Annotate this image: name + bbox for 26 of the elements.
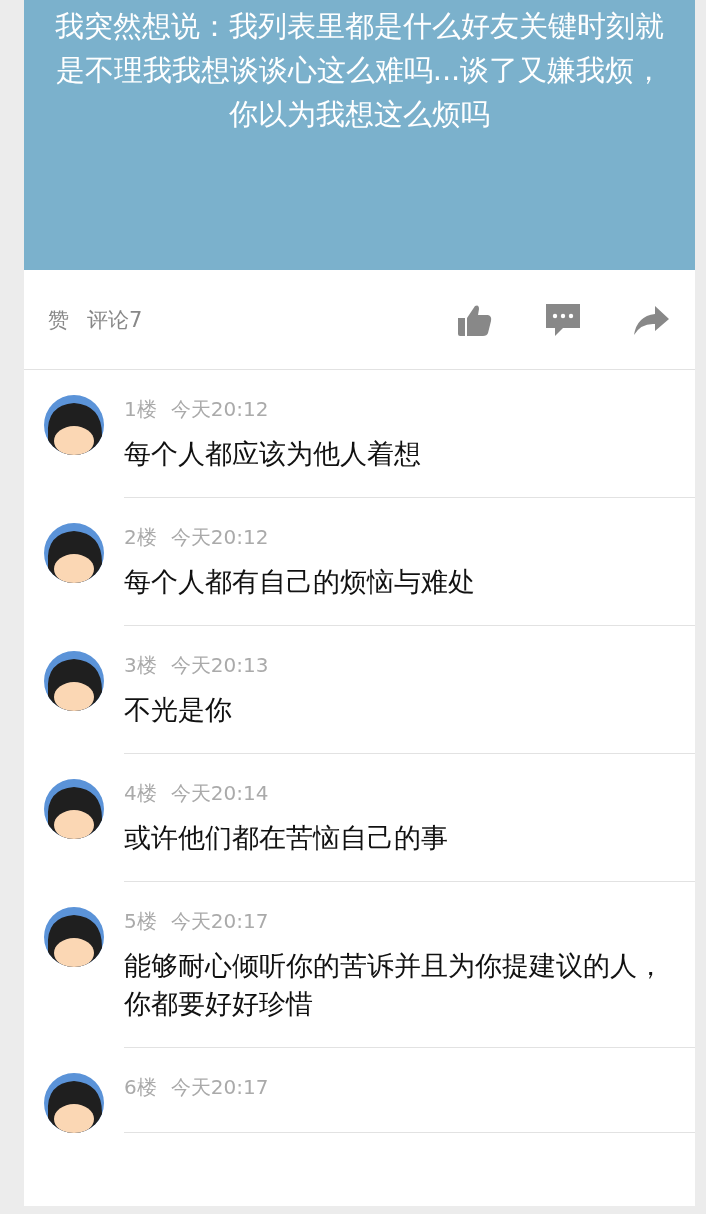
comment-text: 每个人都有自己的烦恼与难处 [124,565,476,599]
avatar [44,1073,104,1133]
floor-number: 1楼 [124,396,157,423]
avatar [44,523,104,583]
comment-time: 今天20:17 [170,1074,269,1101]
comment-text: 每个人都应该为他人着想 [124,437,422,471]
comment-time: 今天20:12 [170,396,269,423]
comment-text: 能够耐心倾听你的苦诉并且为你提建议的人，你都要好好珍惜 [124,949,665,1021]
floor-number: 3楼 [124,652,157,679]
comment-time: 今天20:12 [170,524,269,551]
like-label[interactable]: 赞 [48,305,69,334]
comment-text: 或许他们都在苦恼自己的事 [124,821,449,855]
floor-number: 2楼 [124,524,157,551]
post-text: 我突然想说：我列表里都是什么好友关键时刻就是不理我我想谈谈心这么难吗...谈了又嫌我烦，你以为我想这么烦吗 [54,8,665,133]
avatar [44,779,104,839]
avatar [44,395,104,455]
floor-number: 5楼 [124,908,157,935]
floor-number: 4楼 [124,780,157,807]
comment-count[interactable]: 评论7 [87,305,143,334]
avatar [44,907,104,967]
avatar [44,651,104,711]
comment-time: 今天20:17 [170,908,269,935]
floor-number: 6楼 [124,1074,157,1101]
comment-time: 今天20:13 [170,652,269,679]
comment-text: 不光是你 [124,693,233,727]
comment-time: 今天20:14 [170,780,269,807]
